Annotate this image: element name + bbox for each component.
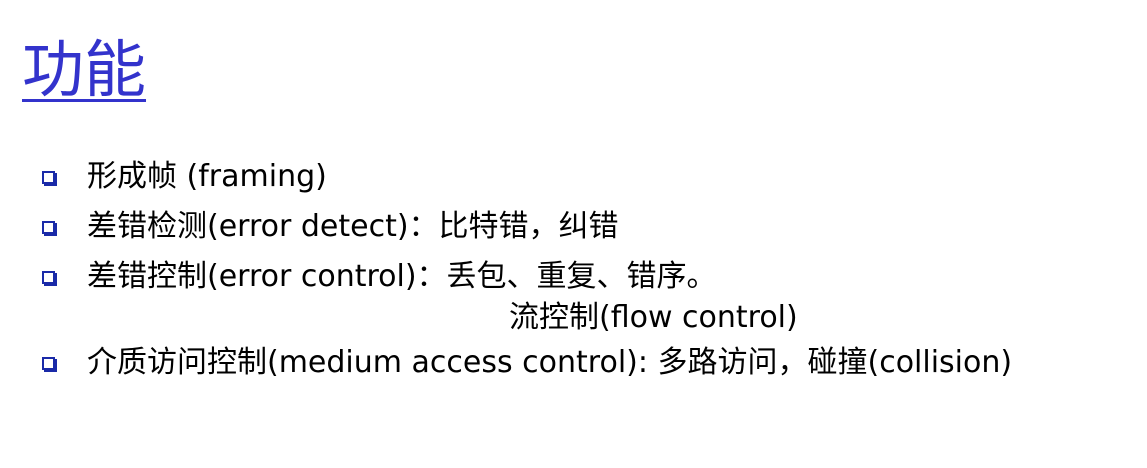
square-bullet-icon (42, 271, 55, 284)
bullet-text: 差错控制(error control)：丢包、重复、错序。 (87, 259, 717, 294)
slide: 功能 形成帧 (framing) 差错检测(error detect)：比特错，… (0, 0, 1147, 468)
bullet-item-medium-access: 介质访问控制(medium access control): 多路访问，碰撞(c… (40, 338, 1012, 388)
square-bullet-icon (42, 171, 55, 184)
square-bullet-icon (42, 221, 55, 234)
bullet-text: 差错检测(error detect)：比特错，纠错 (87, 209, 619, 244)
slide-title: 功能 (22, 33, 147, 106)
square-bullet-icon (42, 357, 55, 370)
bullet-text: 介质访问控制(medium access control): 多路访问，碰撞(c… (87, 345, 1013, 380)
bullet-item-error-control: 差错控制(error control)：丢包、重复、错序。 流控制(flow c… (40, 252, 1012, 338)
bullet-text: 形成帧 (framing) (87, 159, 327, 194)
bullet-list: 形成帧 (framing) 差错检测(error detect)：比特错，纠错 … (40, 152, 1012, 388)
bullet-item-framing: 形成帧 (framing) (40, 152, 1012, 202)
bullet-continuation-text: 流控制(flow control) (509, 300, 798, 335)
bullet-item-error-detect: 差错检测(error detect)：比特错，纠错 (40, 202, 1012, 252)
